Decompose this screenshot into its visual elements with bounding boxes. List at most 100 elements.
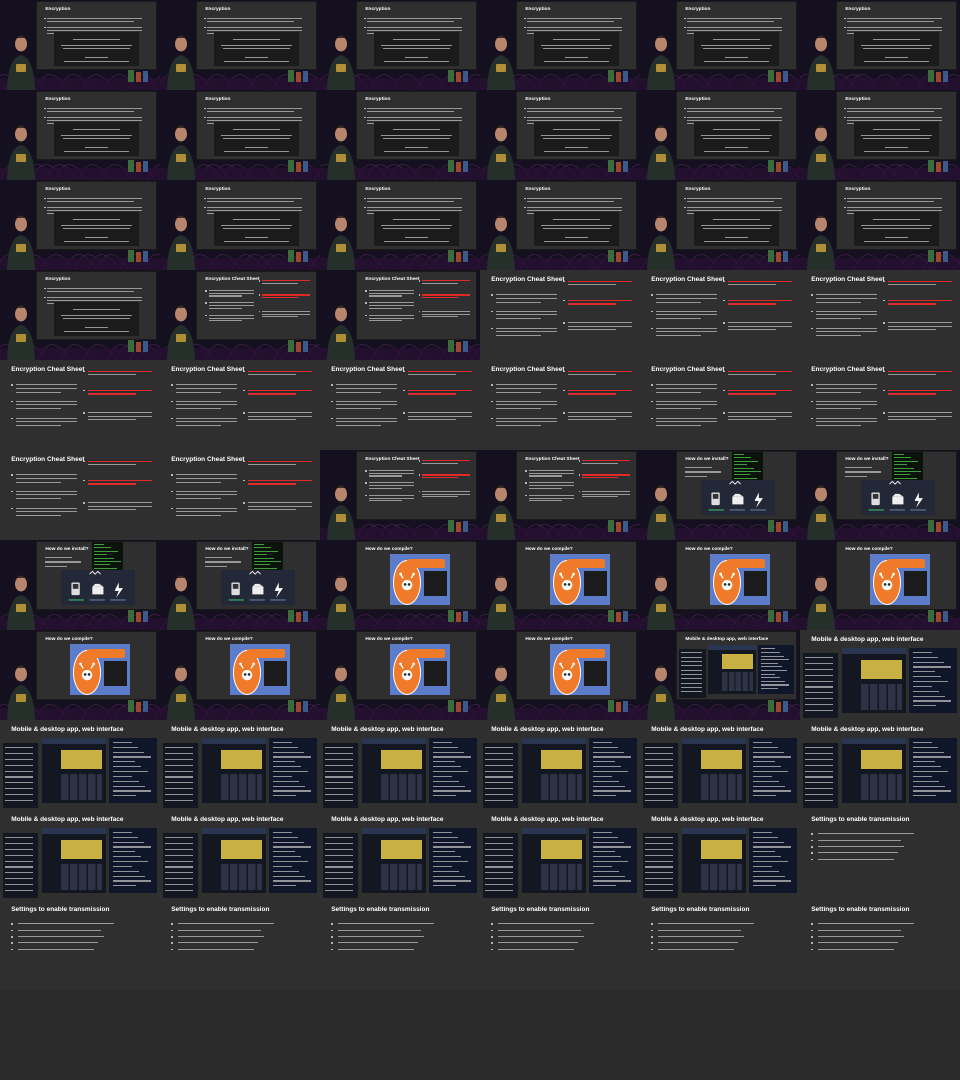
text-line [527, 198, 622, 200]
slide-title: Encryption [45, 276, 71, 282]
setting-row [112, 880, 152, 882]
list-row [325, 793, 354, 796]
setting-row [112, 751, 145, 753]
bullet-dot [11, 384, 13, 386]
list-row [165, 799, 194, 801]
text-line [47, 27, 142, 29]
setting-row [752, 875, 785, 877]
video-frame: Encryption [0, 0, 160, 90]
key-text-line [64, 240, 129, 243]
presenter-figure [167, 665, 195, 720]
text-line [248, 393, 296, 395]
bullet-dot [418, 474, 421, 476]
text-line [176, 490, 237, 492]
key-text-line [703, 138, 770, 140]
text-line [368, 475, 403, 477]
text-line [728, 303, 776, 305]
text-line [337, 936, 424, 938]
key-text-line [60, 314, 133, 316]
setting-row [760, 655, 785, 657]
bullet-dot [491, 327, 493, 330]
video-frame: Encryption [480, 90, 640, 180]
list-row [325, 837, 354, 839]
video-frame: Encryption Cheat Sheet [800, 360, 960, 450]
setting-row [432, 836, 459, 838]
text-line [687, 27, 782, 29]
video-frame: Encryption Cheat Sheet [640, 360, 800, 450]
list-row [645, 848, 674, 851]
text-line [685, 466, 712, 468]
list-row [805, 753, 834, 755]
slide-title: Encryption [365, 96, 391, 102]
slide-encryption: Encryption [197, 92, 316, 159]
text-line [88, 412, 152, 414]
video-frame: How do we compile? [480, 540, 640, 630]
text-line [527, 21, 614, 23]
list-row [325, 889, 354, 891]
text-line [568, 419, 616, 421]
web-interface-screenshot [748, 828, 797, 893]
text-line [422, 310, 471, 312]
setting-row [760, 684, 790, 686]
setting-row [112, 861, 148, 863]
text-line [497, 923, 594, 925]
setting-row [912, 671, 936, 673]
presenter-figure [647, 575, 675, 630]
web-interface-screenshot [428, 738, 477, 803]
setting-row [112, 856, 142, 858]
bullet-dot [364, 26, 366, 29]
text-line [656, 404, 717, 406]
list-row [680, 669, 702, 671]
setting-row [760, 680, 785, 682]
text-line [728, 322, 792, 324]
list-row [485, 866, 514, 868]
setting-row [272, 885, 296, 887]
list-row [5, 764, 34, 766]
setting-row [912, 656, 939, 658]
list-row [165, 793, 194, 796]
text-line [568, 325, 632, 327]
text-line [687, 18, 782, 20]
slide-title: How do we install? [45, 546, 89, 552]
text-line [176, 391, 221, 393]
key-text-line [383, 48, 450, 50]
phone-app-screenshot [643, 743, 679, 809]
text-line [16, 384, 77, 386]
desktop-app-screenshot [521, 828, 586, 893]
text-line [262, 313, 311, 315]
chart-area [540, 839, 583, 860]
list-row [680, 687, 702, 689]
video-frame: Encryption Cheat Sheet [800, 270, 960, 360]
text-line [656, 297, 717, 299]
presenter-figure [167, 35, 195, 90]
text-line [527, 201, 614, 203]
setting-row [272, 861, 308, 863]
text-line [847, 210, 942, 212]
bullet-dot [491, 294, 493, 296]
bullet-dot [684, 206, 686, 209]
setting-row [432, 756, 471, 758]
setting-row [112, 766, 142, 768]
text-line [656, 294, 717, 296]
slide-title: Encryption Cheat Sheet [11, 366, 85, 374]
list-row [645, 860, 674, 862]
presenter-figure [487, 575, 515, 630]
key-text-line [724, 146, 749, 149]
setting-row [760, 669, 787, 672]
presenter-figure [167, 575, 195, 630]
text-line [817, 833, 914, 835]
setting-row [432, 831, 452, 833]
text-line [88, 509, 136, 511]
slide-cheat-sheet: Encryption Cheat Sheet [800, 270, 960, 360]
setting-row [752, 771, 788, 773]
slide-title: Mobile & desktop app, web interface [811, 636, 924, 644]
text-line [176, 477, 237, 479]
phone-app-screenshot [323, 833, 359, 899]
phone-app-screenshot [483, 743, 519, 809]
bullet-dot [811, 310, 813, 313]
slide-encryption: Encryption [677, 92, 796, 159]
bullet-dot [365, 470, 367, 472]
stats-grid [700, 773, 743, 800]
app-header-bar [361, 738, 426, 745]
text-line [368, 295, 403, 297]
